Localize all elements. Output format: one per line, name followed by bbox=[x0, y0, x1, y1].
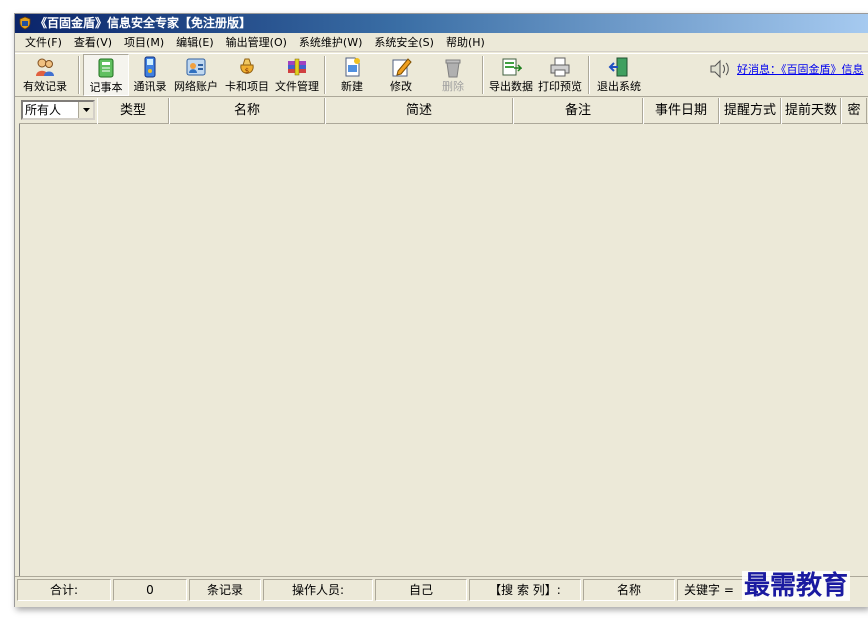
network-account-icon bbox=[186, 58, 206, 76]
records-grid[interactable] bbox=[19, 124, 868, 576]
toolbar-separator bbox=[588, 56, 590, 94]
file-manager-label: 文件管理 bbox=[275, 80, 319, 93]
owner-filter-value: 所有人 bbox=[25, 103, 62, 117]
notebook-icon bbox=[98, 58, 114, 78]
new-document-icon bbox=[345, 57, 360, 77]
delete-button[interactable]: 删除 bbox=[427, 54, 479, 96]
toolbar-separator bbox=[482, 56, 484, 94]
operator-label: 操作人员: bbox=[263, 579, 373, 601]
records-label: 条记录 bbox=[189, 579, 261, 601]
watermark-logo: 最需教育 bbox=[742, 571, 851, 601]
owner-filter-select[interactable]: 所有人 bbox=[21, 100, 95, 120]
total-label: 合计: bbox=[17, 579, 111, 601]
menu-output[interactable]: 输出管理(O) bbox=[220, 33, 293, 52]
chevron-down-icon[interactable] bbox=[78, 102, 93, 118]
modify-label: 修改 bbox=[390, 80, 412, 93]
exit-system-button[interactable]: 退出系统 bbox=[593, 54, 645, 96]
menu-project[interactable]: 项目(M) bbox=[118, 33, 170, 52]
speaker-icon bbox=[710, 59, 729, 79]
cards-projects-label: 卡和项目 bbox=[225, 80, 269, 93]
column-reminder-method[interactable]: 提醒方式 bbox=[719, 98, 781, 124]
column-notes[interactable]: 备注 bbox=[513, 98, 643, 124]
delete-label: 删除 bbox=[442, 80, 464, 93]
new-label: 新建 bbox=[341, 80, 363, 93]
total-value: 0 bbox=[113, 579, 187, 601]
exit-door-icon bbox=[608, 57, 628, 77]
menu-view[interactable]: 查看(V) bbox=[68, 33, 118, 52]
printer-icon bbox=[550, 57, 570, 77]
exit-system-label: 退出系统 bbox=[597, 80, 641, 93]
news-bar: 好消息：《百固金盾》信息 bbox=[707, 58, 864, 80]
menu-bar: 文件(F) 查看(V) 项目(M) 编辑(E) 输出管理(O) 系统维护(W) … bbox=[15, 33, 868, 52]
search-column-label: 【搜 索 列】: bbox=[469, 579, 581, 601]
cards-projects-button[interactable]: $ 卡和项目 bbox=[221, 54, 273, 96]
status-bar: 合计: 0 条记录 操作人员: 自己 【搜 索 列】: 名称 关键字 = bbox=[15, 576, 868, 607]
column-summary[interactable]: 简述 bbox=[325, 98, 513, 124]
column-event-date[interactable]: 事件日期 bbox=[643, 98, 719, 124]
modify-button[interactable]: 修改 bbox=[375, 54, 427, 96]
menu-security[interactable]: 系统安全(S) bbox=[368, 33, 440, 52]
network-account-button[interactable]: 网络账户 bbox=[171, 54, 221, 96]
contacts-button[interactable]: 通讯录 bbox=[129, 54, 171, 96]
menu-edit[interactable]: 编辑(E) bbox=[170, 33, 220, 52]
column-password[interactable]: 密 bbox=[841, 98, 867, 124]
export-data-label: 导出数据 bbox=[489, 80, 533, 93]
news-link[interactable]: 好消息：《百固金盾》信息 bbox=[737, 61, 864, 77]
contacts-label: 通讯录 bbox=[133, 80, 167, 93]
search-column-value[interactable]: 名称 bbox=[583, 579, 675, 601]
toolbar: 有效记录 记事本 通讯录 网络账户 $ 卡和项目 文件管理 新建 修改 删除 导… bbox=[15, 53, 868, 97]
phone-icon bbox=[144, 56, 156, 78]
valid-records-button[interactable]: 有效记录 bbox=[15, 54, 75, 96]
print-preview-label: 打印预览 bbox=[538, 80, 582, 93]
edit-icon bbox=[392, 58, 412, 77]
menu-maintenance[interactable]: 系统维护(W) bbox=[293, 33, 368, 52]
column-days-ahead[interactable]: 提前天数 bbox=[781, 98, 841, 124]
menu-help[interactable]: 帮助(H) bbox=[440, 33, 491, 52]
column-name[interactable]: 名称 bbox=[169, 98, 325, 124]
notebook-label: 记事本 bbox=[89, 81, 123, 94]
operator-value: 自己 bbox=[375, 579, 467, 601]
print-preview-button[interactable]: 打印预览 bbox=[535, 54, 585, 96]
grid-header: 所有人 类型 名称 简述 备注 事件日期 提醒方式 提前天数 密 bbox=[19, 98, 868, 124]
export-data-button[interactable]: 导出数据 bbox=[487, 54, 535, 96]
valid-records-label: 有效记录 bbox=[23, 80, 67, 93]
network-account-label: 网络账户 bbox=[174, 80, 218, 93]
column-type[interactable]: 类型 bbox=[97, 98, 169, 124]
file-archive-icon bbox=[288, 58, 306, 76]
people-icon bbox=[36, 58, 54, 76]
notebook-button[interactable]: 记事本 bbox=[83, 54, 129, 96]
title-bar[interactable]: 《百固金盾》信息安全专家【免注册版】 bbox=[15, 14, 868, 33]
card-bag-icon: $ bbox=[240, 58, 254, 75]
new-button[interactable]: 新建 bbox=[329, 54, 375, 96]
svg-text:$: $ bbox=[245, 67, 249, 75]
toolbar-separator bbox=[324, 56, 326, 94]
app-shield-icon bbox=[19, 16, 31, 30]
window-title: 《百固金盾》信息安全专家【免注册版】 bbox=[35, 16, 252, 30]
main-window: 《百固金盾》信息安全专家【免注册版】 文件(F) 查看(V) 项目(M) 编辑(… bbox=[14, 13, 868, 607]
file-manager-button[interactable]: 文件管理 bbox=[273, 54, 321, 96]
export-icon bbox=[502, 58, 522, 76]
toolbar-separator bbox=[78, 56, 80, 94]
trash-icon bbox=[445, 59, 461, 78]
menu-file[interactable]: 文件(F) bbox=[19, 33, 68, 52]
